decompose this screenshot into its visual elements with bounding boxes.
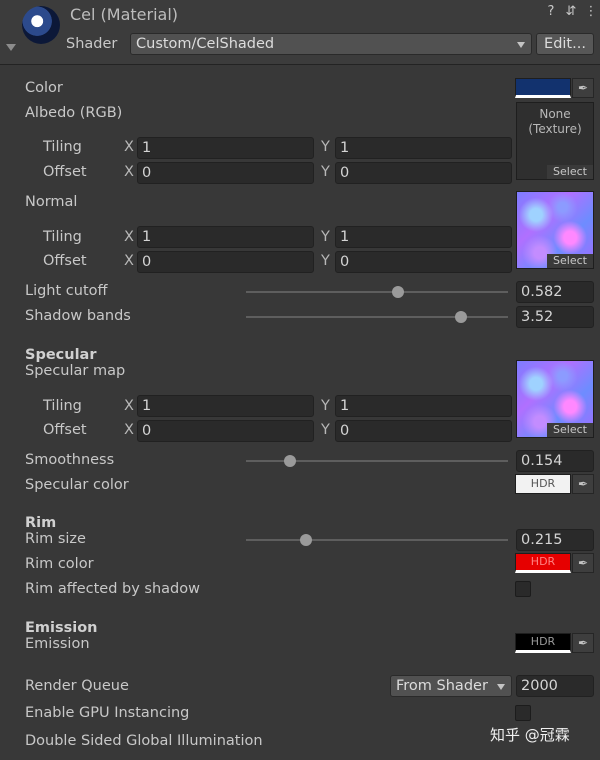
normal-offset-x-label: X — [124, 253, 134, 269]
normal-tiling-label: Tiling — [43, 229, 82, 245]
albedo-texture-slot[interactable]: None (Texture) Select — [516, 102, 594, 180]
albedo-offset-x-field[interactable]: 0 — [137, 162, 314, 184]
rim-size-slider-handle[interactable] — [300, 534, 313, 546]
albedo-offset-x-label: X — [124, 164, 134, 180]
normal-offset-y-field[interactable]: 0 — [335, 251, 512, 273]
eyedropper-icon[interactable]: ✒ — [572, 78, 594, 98]
specular-color-label: Specular color — [25, 477, 129, 493]
normal-offset-x-field[interactable]: 0 — [137, 251, 314, 273]
shadow-bands-field[interactable]: 3.52 — [516, 306, 594, 328]
chevron-down-icon — [517, 42, 525, 48]
watermark-text: 知乎 @冠霖 — [490, 726, 570, 744]
albedo-tiling-label: Tiling — [43, 139, 82, 155]
albedo-label: Albedo (RGB) — [25, 105, 123, 121]
light-cutoff-slider-track[interactable] — [246, 291, 508, 293]
rim-size-field[interactable]: 0.215 — [516, 529, 594, 551]
albedo-tiling-x-label: X — [124, 139, 134, 155]
shader-label: Shader — [66, 36, 118, 52]
specular-texture-slot[interactable]: Select — [516, 360, 594, 438]
albedo-offset-y-label: Y — [321, 164, 330, 180]
shadow-bands-label: Shadow bands — [25, 308, 131, 324]
smoothness-field[interactable]: 0.154 — [516, 450, 594, 472]
eyedropper-icon[interactable]: ✒ — [572, 633, 594, 653]
rim-section-header: Rim — [25, 515, 57, 531]
rim-hdr-text: HDR — [530, 555, 556, 568]
material-title: Cel (Material) — [70, 5, 179, 24]
specular-tiling-label: Tiling — [43, 398, 82, 414]
specular-tiling-y-field[interactable]: 1 — [335, 395, 512, 417]
specular-section-header: Specular — [25, 347, 97, 363]
light-cutoff-slider-handle[interactable] — [392, 286, 405, 298]
eyedropper-icon[interactable]: ✒ — [572, 474, 594, 494]
gpu-instancing-label: Enable GPU Instancing — [25, 705, 190, 721]
specular-select-button[interactable]: Select — [547, 423, 593, 437]
albedo-tiling-y-field[interactable]: 1 — [335, 137, 512, 159]
albedo-tiling-x-field[interactable]: 1 — [137, 137, 314, 159]
gpu-instancing-checkbox[interactable] — [515, 705, 531, 721]
rim-size-slider-track[interactable] — [246, 539, 508, 541]
emission-section-header: Emission — [25, 620, 98, 636]
normal-offset-label: Offset — [43, 253, 87, 269]
albedo-tiling-y-label: Y — [321, 139, 330, 155]
normal-offset-y-label: Y — [321, 253, 330, 269]
rim-affected-by-shadow-label: Rim affected by shadow — [25, 581, 200, 597]
specular-tiling-x-field[interactable]: 1 — [137, 395, 314, 417]
normal-tiling-y-field[interactable]: 1 — [335, 226, 512, 248]
color-label: Color — [25, 80, 63, 96]
smoothness-label: Smoothness — [25, 452, 115, 468]
normal-label: Normal — [25, 194, 78, 210]
header-divider — [0, 64, 600, 65]
specular-color-swatch[interactable]: HDR — [515, 474, 571, 494]
shadow-bands-slider-track[interactable] — [246, 316, 508, 318]
foldout-arrow-icon[interactable] — [6, 44, 16, 51]
edit-shader-button[interactable]: Edit... — [536, 33, 594, 55]
preset-settings-icon[interactable]: ⇵ — [564, 5, 578, 19]
normal-select-button[interactable]: Select — [547, 254, 593, 268]
help-icon[interactable]: ? — [544, 5, 558, 19]
light-cutoff-field[interactable]: 0.582 — [516, 281, 594, 303]
smoothness-slider-handle[interactable] — [284, 455, 297, 467]
eyedropper-icon[interactable]: ✒ — [572, 553, 594, 573]
more-menu-icon[interactable]: ⋮ — [584, 5, 598, 19]
specular-offset-x-field[interactable]: 0 — [137, 420, 314, 442]
albedo-offset-label: Offset — [43, 164, 87, 180]
rim-size-label: Rim size — [25, 531, 86, 547]
emission-label: Emission — [25, 636, 90, 652]
specular-offset-y-label: Y — [321, 422, 330, 438]
rim-color-swatch[interactable]: HDR — [515, 553, 571, 573]
render-queue-label: Render Queue — [25, 678, 129, 694]
render-queue-dropdown[interactable]: From Shader — [390, 675, 512, 697]
rim-color-label: Rim color — [25, 556, 94, 572]
specular-offset-y-field[interactable]: 0 — [335, 420, 512, 442]
albedo-slot-none-text: None — [539, 107, 571, 121]
double-sided-gi-label: Double Sided Global Illumination — [25, 733, 263, 749]
specular-hdr-text: HDR — [530, 477, 556, 490]
rim-affected-by-shadow-checkbox[interactable] — [515, 581, 531, 597]
albedo-select-button[interactable]: Select — [547, 165, 593, 179]
albedo-slot-texture-text: (Texture) — [528, 122, 582, 136]
render-queue-field[interactable]: 2000 — [516, 675, 594, 697]
color-swatch[interactable] — [515, 78, 571, 98]
normal-tiling-x-field[interactable]: 1 — [137, 226, 314, 248]
shadow-bands-slider-handle[interactable] — [454, 311, 467, 323]
specular-map-label: Specular map — [25, 363, 126, 379]
render-queue-dropdown-value: From Shader — [396, 678, 488, 694]
specular-tiling-x-label: X — [124, 398, 134, 414]
normal-tiling-x-label: X — [124, 229, 134, 245]
shader-dropdown[interactable]: Custom/CelShaded — [130, 33, 532, 55]
normal-texture-slot[interactable]: Select — [516, 191, 594, 269]
light-cutoff-label: Light cutoff — [25, 283, 108, 299]
specular-offset-label: Offset — [43, 422, 87, 438]
albedo-offset-y-field[interactable]: 0 — [335, 162, 512, 184]
material-preview-icon — [22, 6, 60, 44]
normal-tiling-y-label: Y — [321, 229, 330, 245]
specular-tiling-y-label: Y — [321, 398, 330, 414]
emission-color-swatch[interactable]: HDR — [515, 633, 571, 653]
specular-offset-x-label: X — [124, 422, 134, 438]
shader-dropdown-value: Custom/CelShaded — [136, 36, 275, 52]
chevron-down-icon — [497, 684, 505, 690]
emission-hdr-text: HDR — [530, 635, 556, 648]
